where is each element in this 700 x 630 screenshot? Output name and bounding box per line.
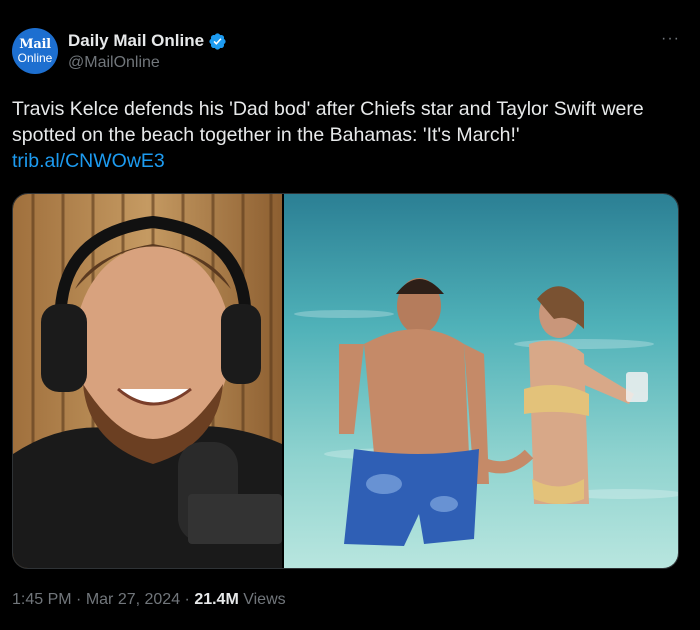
tweet-header: Mail Online Daily Mail Online @MailOnlin… — [12, 28, 227, 74]
post-time[interactable]: 1:45 PM — [12, 591, 72, 608]
display-name[interactable]: Daily Mail Online — [68, 31, 204, 51]
more-options-icon[interactable]: ··· — [661, 30, 680, 48]
handle[interactable]: @MailOnline — [68, 54, 227, 72]
media-container[interactable] — [12, 193, 679, 569]
tweet-link[interactable]: trib.al/CNWOwE3 — [12, 148, 688, 174]
verified-badge-icon — [209, 32, 226, 50]
post-date[interactable]: Mar 27, 2024 — [86, 591, 180, 608]
avatar-online-text: Online — [17, 51, 53, 65]
tweet-text: Travis Kelce defends his 'Dad bod' after… — [12, 98, 644, 146]
avatar-mail-text: Mail — [19, 37, 51, 52]
name-row: Daily Mail Online — [68, 31, 227, 51]
meta-separator: · — [71, 591, 86, 608]
author-names: Daily Mail Online @MailOnline — [68, 31, 227, 72]
tweet-body: Travis Kelce defends his 'Dad bod' after… — [12, 96, 688, 174]
avatar[interactable]: Mail Online — [12, 28, 58, 74]
views-count: 21.4M — [194, 591, 239, 608]
podcast-photo-illustration — [13, 194, 282, 568]
podcast-photo[interactable] — [13, 194, 282, 568]
beach-photo-illustration — [284, 194, 678, 568]
meta-separator: · — [180, 591, 195, 608]
beach-photo[interactable] — [282, 194, 678, 568]
views-label: Views — [238, 591, 286, 608]
tweet-metadata: 1:45 PM · Mar 27, 2024 · 21.4M Views — [12, 591, 286, 609]
